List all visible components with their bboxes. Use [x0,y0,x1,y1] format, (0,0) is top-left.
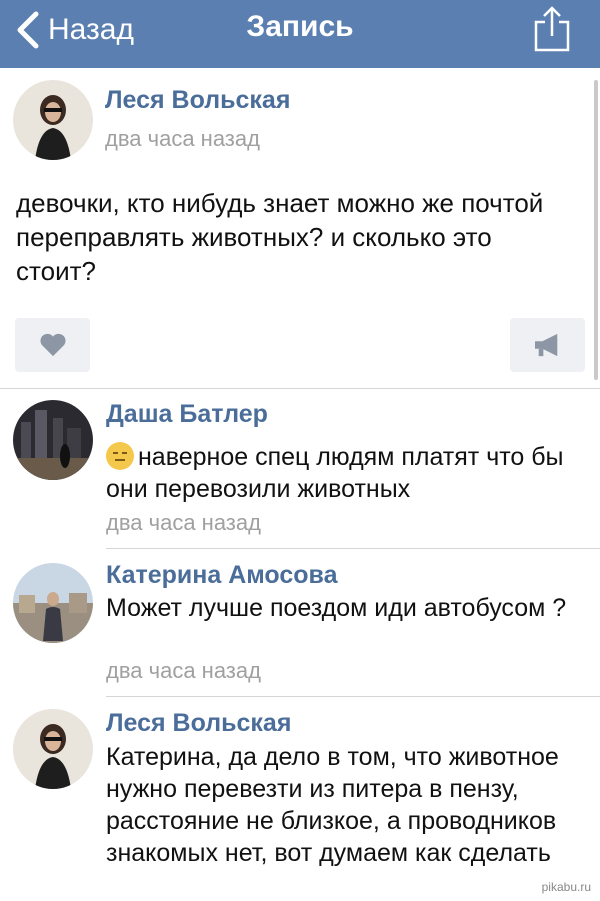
avatar-photo [13,400,93,480]
divider [106,548,600,549]
megaphone-icon [534,333,557,357]
navbar: Назад Запись [0,0,600,68]
divider [106,696,600,697]
comment-text: Катерина, да дело в том, что животное ну… [106,743,559,867]
repost-button[interactable] [510,318,585,372]
share-button[interactable] [532,4,572,54]
comment-time: два часа назад [106,658,261,683]
comment-body: наверное спец людям платят что бы они пе… [106,443,564,503]
expressionless-emoji-icon [106,442,134,470]
commenter-avatar[interactable] [13,709,93,789]
page-title: Запись [246,10,354,43]
comment-time: два часа назад [106,510,261,535]
comment-author[interactable]: Катерина Амосова [106,561,337,590]
avatar-photo [13,80,93,160]
watermark: pikabu.ru [538,879,594,895]
avatar-photo [13,709,93,789]
share-icon [534,6,570,52]
post: Леся Вольская два часа назад девочки, кт… [0,68,600,388]
scrollbar[interactable] [594,80,598,380]
post-text: девочки, кто нибудь знает можно же почто… [16,188,544,286]
comment-text: наверное спец людям платят что бы они пе… [106,441,576,505]
commenter-avatar[interactable] [13,400,93,480]
author-avatar[interactable] [13,80,93,160]
post-time: два часа назад [105,126,260,151]
divider [0,388,600,389]
comment-text: Может лучше поездом иди автобусом ? [106,594,567,622]
comment-author[interactable]: Леся Вольская [106,709,291,738]
commenter-avatar[interactable] [13,563,93,643]
like-button[interactable] [15,318,90,372]
heart-icon [39,333,66,357]
avatar-photo [13,563,93,643]
comment-author[interactable]: Даша Батлер [106,400,268,429]
post-author[interactable]: Леся Вольская [105,86,290,115]
